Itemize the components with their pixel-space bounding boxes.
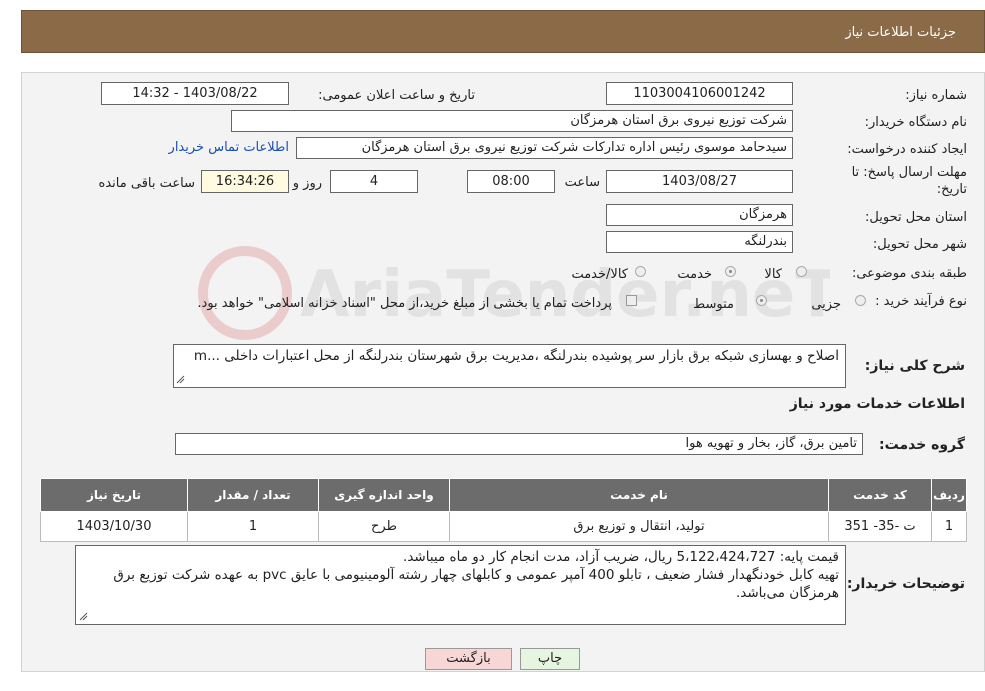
back-button[interactable]: بازگشت (425, 648, 512, 670)
province-label: استان محل تحویل: (865, 210, 967, 225)
treasury-checkbox[interactable] (626, 295, 637, 306)
col-header-unit: واحد اندازه گیری (318, 478, 450, 512)
city-field[interactable]: بندرلنگه (606, 231, 793, 253)
deadline-label: مهلت ارسال پاسخ: تا (851, 165, 967, 180)
buyer-notes-line-2: تهیه کابل خودنگهدار فشار ضعیف ، تابلو 40… (113, 567, 839, 601)
remaining-label: ساعت باقی مانده (98, 176, 195, 191)
deadline-time-label: ساعت (564, 175, 600, 190)
announce-label: تاریخ و ساعت اعلان عمومی: (318, 88, 475, 103)
col-header-service-code: کد خدمت (828, 478, 932, 512)
description-textarea[interactable]: اصلاح و بهسازی شبکه برق بازار سر پوشیده … (173, 344, 846, 388)
buyer-org-field[interactable]: شرکت توزیع نیروی برق استان هرمزگان (231, 110, 793, 132)
cell-unit: طرح (318, 511, 450, 542)
category-radio-service[interactable] (725, 266, 736, 277)
resize-handle-icon[interactable] (175, 374, 185, 384)
cell-service-name: تولید، انتقال و توزیع برق (449, 511, 829, 542)
services-section-title: اطلاعات خدمات مورد نیاز (789, 396, 965, 412)
city-label: شهر محل تحویل: (872, 237, 967, 252)
col-header-service-name: نام خدمت (449, 478, 829, 512)
service-group-field[interactable]: تامین برق، گاز، بخار و تهویه هوا (175, 433, 863, 455)
buyer-notes-label: توضیحات خریدار: (846, 576, 965, 592)
creator-label: ایجاد کننده درخواست: (847, 142, 967, 157)
print-button[interactable]: چاپ (520, 648, 580, 670)
deadline-label-date: تاریخ: (936, 182, 967, 197)
cell-need-date: 1403/10/30 (40, 511, 188, 542)
category-option-goods: کالا (764, 267, 782, 282)
category-label: طبقه بندی موضوعی: (851, 266, 967, 281)
col-header-quantity: تعداد / مقدار (187, 478, 319, 512)
category-option-service: خدمت (677, 267, 712, 282)
page-header: جزئیات اطلاعات نیاز (21, 10, 985, 53)
deadline-date-field[interactable]: 1403/08/27 (606, 170, 793, 193)
days-remaining-field[interactable]: 4 (330, 170, 418, 193)
process-radio-minor[interactable] (855, 295, 866, 306)
province-field[interactable]: هرمزگان (606, 204, 793, 226)
contact-info-link[interactable]: اطلاعات تماس خریدار (169, 140, 289, 155)
services-table: ردیف کد خدمت نام خدمت واحد اندازه گیری ت… (40, 478, 967, 542)
cell-row-number: 1 (931, 511, 967, 542)
table-row[interactable]: 1 ت -35- 351 تولید، انتقال و توزیع برق ط… (40, 511, 967, 542)
col-header-need-date: تاریخ نیاز (40, 478, 188, 512)
process-option-minor: جزیی (811, 297, 841, 312)
buyer-notes-line-1: قیمت پایه: 5،122،424،727 ریال، ضریب آزاد… (403, 549, 839, 565)
creator-field[interactable]: سیدحامد موسوی رئیس اداره تدارکات شرکت تو… (296, 137, 793, 159)
need-number-label: شماره نیاز: (905, 88, 967, 103)
cell-quantity: 1 (187, 511, 319, 542)
cell-service-code: ت -35- 351 (828, 511, 932, 542)
table-header-row: ردیف کد خدمت نام خدمت واحد اندازه گیری ت… (40, 478, 967, 512)
buyer-org-label: نام دستگاه خریدار: (864, 115, 967, 130)
col-header-row-number: ردیف (931, 478, 967, 512)
payment-note: پرداخت تمام یا بخشی از مبلغ خرید،از محل … (197, 296, 612, 311)
category-radio-goods[interactable] (796, 266, 807, 277)
category-option-goods-service: کالا/خدمت (571, 267, 628, 282)
resize-handle-icon[interactable] (78, 611, 88, 621)
page-title: جزئیات اطلاعات نیاز (845, 25, 956, 40)
category-radio-goods-service[interactable] (635, 266, 646, 277)
remaining-time-field[interactable]: 16:34:26 (201, 170, 289, 193)
process-label: نوع فرآیند خرید : (875, 294, 967, 309)
deadline-time-field[interactable]: 08:00 (467, 170, 555, 193)
description-label: شرح کلی نیاز: (864, 358, 965, 374)
need-number-field[interactable]: 1103004106001242 (606, 82, 793, 105)
process-radio-medium[interactable] (756, 295, 767, 306)
process-option-medium: متوسط (693, 297, 734, 312)
days-label: روز و (292, 176, 322, 191)
announce-datetime-field[interactable]: 1403/08/22 - 14:32 (101, 82, 289, 105)
buyer-notes-textarea[interactable]: قیمت پایه: 5،122،424،727 ریال، ضریب آزاد… (75, 545, 846, 625)
service-group-label: گروه خدمت: (879, 437, 965, 453)
